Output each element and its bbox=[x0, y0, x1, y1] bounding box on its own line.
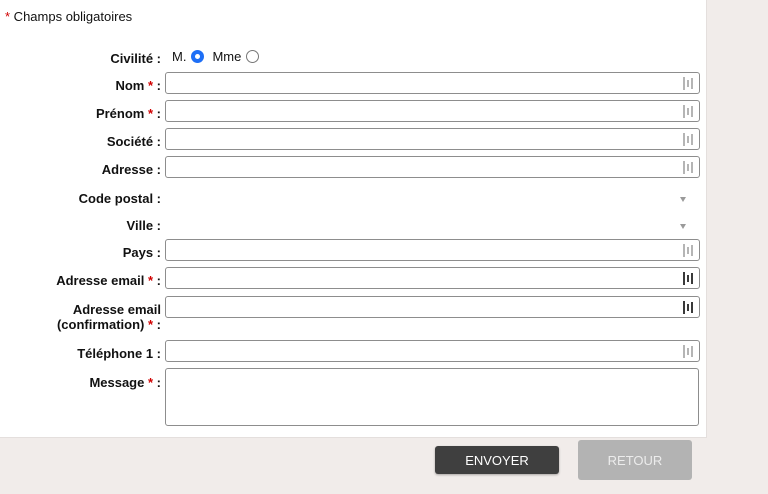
email-confirm-input[interactable] bbox=[166, 297, 699, 317]
label-colon: : bbox=[153, 375, 161, 390]
adresse-field[interactable] bbox=[165, 156, 700, 178]
civility-label: Civilité : bbox=[110, 51, 161, 66]
radio-label-m: M. bbox=[172, 49, 187, 64]
message-textarea[interactable] bbox=[165, 368, 699, 426]
email-confirm-label-line1: Adresse email bbox=[72, 302, 161, 317]
password-manager-icon[interactable] bbox=[683, 161, 694, 174]
telephone-field[interactable] bbox=[165, 340, 700, 362]
nom-field[interactable] bbox=[165, 72, 700, 94]
email-field[interactable] bbox=[165, 267, 700, 289]
required-note-text: Champs obligatoires bbox=[10, 9, 133, 24]
chevron-down-icon[interactable] bbox=[680, 224, 686, 229]
telephone-input[interactable] bbox=[166, 341, 699, 361]
nom-input[interactable] bbox=[166, 73, 699, 93]
email-label: Adresse email * : bbox=[56, 273, 161, 288]
form-panel: * Champs obligatoires Civilité : M. Mme … bbox=[0, 0, 707, 438]
societe-field[interactable] bbox=[165, 128, 700, 150]
societe-label: Société : bbox=[106, 134, 161, 149]
societe-input[interactable] bbox=[166, 129, 699, 149]
password-manager-icon[interactable] bbox=[683, 244, 694, 257]
radio-mme[interactable] bbox=[246, 50, 260, 63]
send-button[interactable]: ENVOYER bbox=[435, 446, 559, 474]
password-manager-icon[interactable] bbox=[683, 301, 694, 314]
message-label-text: Message bbox=[89, 375, 145, 390]
radio-m[interactable] bbox=[191, 50, 205, 63]
email-input[interactable] bbox=[166, 268, 699, 288]
password-manager-icon[interactable] bbox=[683, 105, 694, 118]
label-colon: : bbox=[153, 78, 161, 93]
adresse-label: Adresse : bbox=[101, 162, 161, 177]
radio-label-mme: Mme bbox=[212, 49, 242, 64]
required-fields-note: * Champs obligatoires bbox=[5, 9, 132, 24]
email-label-text: Adresse email bbox=[56, 273, 145, 288]
nom-label-text: Nom bbox=[115, 78, 145, 93]
pays-input[interactable] bbox=[166, 240, 699, 260]
password-manager-icon[interactable] bbox=[683, 133, 694, 146]
prenom-label: Prénom * : bbox=[96, 106, 161, 121]
pays-label: Pays : bbox=[122, 245, 161, 260]
prenom-label-text: Prénom bbox=[95, 106, 145, 121]
back-button[interactable]: RETOUR bbox=[578, 440, 692, 480]
message-label: Message * : bbox=[89, 375, 161, 390]
email-confirm-field[interactable] bbox=[165, 296, 700, 318]
civility-radio-group: M. Mme bbox=[172, 49, 267, 64]
code-postal-label: Code postal : bbox=[78, 191, 161, 206]
label-colon: : bbox=[153, 317, 161, 332]
nom-label: Nom * : bbox=[115, 78, 161, 93]
ville-label: Ville : bbox=[126, 218, 161, 233]
password-manager-icon[interactable] bbox=[683, 272, 694, 285]
prenom-field[interactable] bbox=[165, 100, 700, 122]
password-manager-icon[interactable] bbox=[683, 345, 694, 358]
pays-field[interactable] bbox=[165, 239, 700, 261]
label-colon: : bbox=[153, 273, 161, 288]
password-manager-icon[interactable] bbox=[683, 77, 694, 90]
label-colon: : bbox=[153, 106, 161, 121]
email-confirm-label: Adresse email (confirmation) * : bbox=[57, 302, 161, 332]
chevron-down-icon[interactable] bbox=[680, 197, 686, 202]
telephone-label: Téléphone 1 : bbox=[77, 346, 161, 361]
email-confirm-label-line2: (confirmation) * : bbox=[57, 317, 161, 332]
prenom-input[interactable] bbox=[166, 101, 699, 121]
adresse-input[interactable] bbox=[166, 157, 699, 177]
email-confirm-label-text: (confirmation) bbox=[56, 317, 145, 332]
